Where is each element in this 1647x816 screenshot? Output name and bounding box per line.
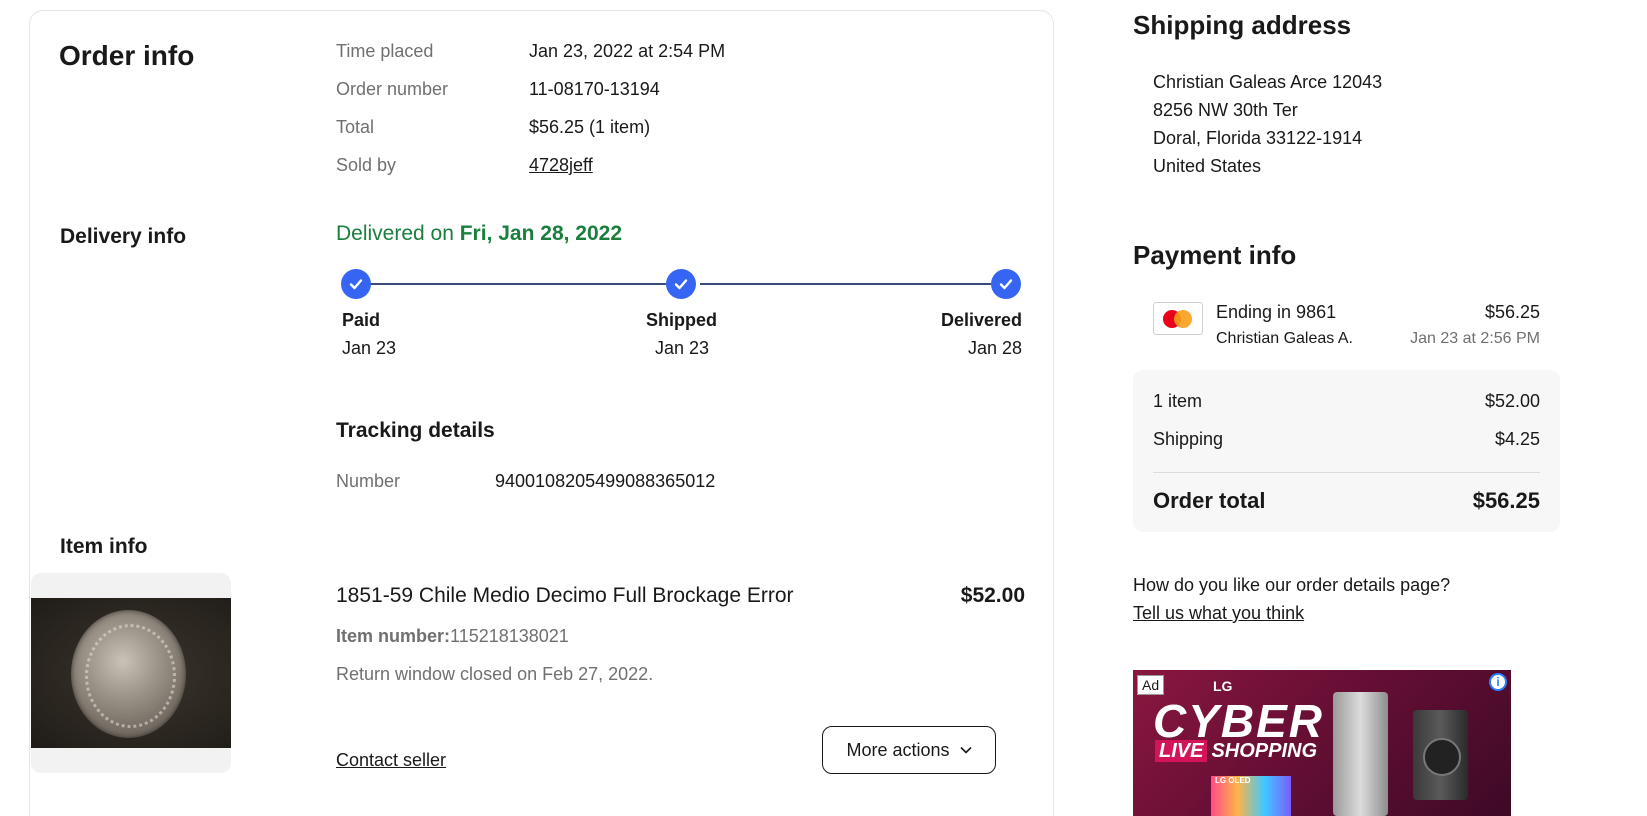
total-value: $56.25 (1 item): [529, 117, 651, 137]
ad-subline: LIVE SHOPPING: [1155, 740, 1317, 763]
time-placed-value: Jan 23, 2022 at 2:54 PM: [529, 41, 726, 61]
item-info-heading: Item info: [60, 535, 148, 558]
step-shipped-title: Shipped: [646, 310, 717, 330]
items-subtotal-label: 1 item: [1153, 391, 1203, 411]
item-number-label: Item number:: [336, 626, 451, 646]
item-title-link[interactable]: 1851-59 Chile Medio Decimo Full Brockage…: [336, 584, 794, 608]
tracking-number-value: 9400108205499088365012: [495, 471, 716, 491]
return-window-note: Return window closed on Feb 27, 2022.: [336, 664, 654, 684]
payment-amount: $56.25: [1484, 302, 1540, 322]
item-number-value: 115218138021: [450, 626, 569, 646]
seller-link[interactable]: 4728jeff: [529, 155, 593, 176]
ad-shopping-text: SHOPPING: [1211, 740, 1318, 762]
ad-tv-label: LG OLED: [1215, 776, 1251, 785]
step-delivered-check-icon: [991, 269, 1021, 299]
delivery-info-heading: Delivery info: [60, 225, 187, 248]
item-thumbnail[interactable]: [31, 573, 231, 773]
ad-brand-logo: LG: [1213, 678, 1233, 694]
more-actions-label: More actions: [846, 739, 950, 760]
total-label: Total: [336, 117, 375, 137]
step-paid-title: Paid: [342, 310, 381, 330]
payment-timestamp: Jan 23 at 2:56 PM: [1410, 330, 1540, 347]
order-total-value: $56.25: [1472, 488, 1540, 513]
address-line-3: Doral, Florida 33122-1914: [1153, 128, 1363, 148]
shipping-label: Shipping: [1153, 429, 1224, 449]
more-actions-button[interactable]: More actions: [822, 726, 996, 774]
address-line-4: United States: [1153, 156, 1262, 176]
tracking-number-label: Number: [336, 471, 401, 491]
order-info-heading: Order info: [59, 40, 195, 71]
feedback-link[interactable]: Tell us what you think: [1133, 603, 1304, 624]
ad-fridge-image: [1333, 692, 1388, 816]
card-ending: Ending in 9861: [1216, 302, 1337, 322]
progress-line-1: [370, 283, 668, 285]
ad-badge: Ad: [1137, 675, 1165, 695]
item-number: Item number:115218138021: [336, 626, 569, 647]
delivery-status: Delivered on Fri, Jan 28, 2022: [336, 222, 622, 246]
feedback-question: How do you like our order details page?: [1133, 575, 1451, 595]
sold-by-label: Sold by: [336, 155, 397, 175]
step-delivered-date: Jan 28: [967, 338, 1022, 358]
coin-image: [71, 610, 186, 738]
item-price: $52.00: [960, 584, 1025, 607]
chevron-down-icon: [959, 746, 972, 754]
advertisement-banner[interactable]: Ad i LG CYBER LIVE SHOPPING LG OLED: [1133, 670, 1511, 816]
step-paid-date: Jan 23: [342, 338, 397, 358]
step-delivered-title: Delivered: [940, 310, 1022, 330]
info-icon[interactable]: i: [1489, 673, 1507, 691]
step-shipped-date: Jan 23: [655, 338, 710, 358]
delivery-status-prefix: Delivered on: [336, 222, 460, 245]
ad-live-tag: LIVE: [1155, 740, 1208, 762]
order-number-label: Order number: [336, 79, 449, 99]
shipping-value: $4.25: [1494, 429, 1540, 449]
tracking-details-heading: Tracking details: [336, 419, 495, 442]
step-shipped-check-icon: [666, 269, 696, 299]
step-paid-check-icon: [341, 269, 371, 299]
payment-info-heading: Payment info: [1133, 240, 1297, 270]
item-photo: [31, 598, 231, 748]
order-number-value: 11-08170-13194: [529, 79, 660, 99]
items-subtotal-value: $52.00: [1484, 391, 1540, 411]
mastercard-icon: [1153, 302, 1203, 335]
address-line-1: Christian Galeas Arce 12043: [1153, 72, 1383, 92]
progress-line-2: [700, 283, 998, 285]
delivery-status-date: Fri, Jan 28, 2022: [459, 222, 623, 245]
ad-washer-image: [1413, 710, 1468, 800]
contact-seller-link[interactable]: Contact seller: [336, 750, 446, 771]
address-line-2: 8256 NW 30th Ter: [1153, 100, 1298, 120]
summary-divider: [1153, 472, 1540, 473]
time-placed-label: Time placed: [336, 41, 434, 61]
order-total-label: Order total: [1153, 488, 1266, 513]
shipping-address-heading: Shipping address: [1133, 10, 1352, 40]
card-holder: Christian Galeas A.: [1216, 330, 1353, 347]
